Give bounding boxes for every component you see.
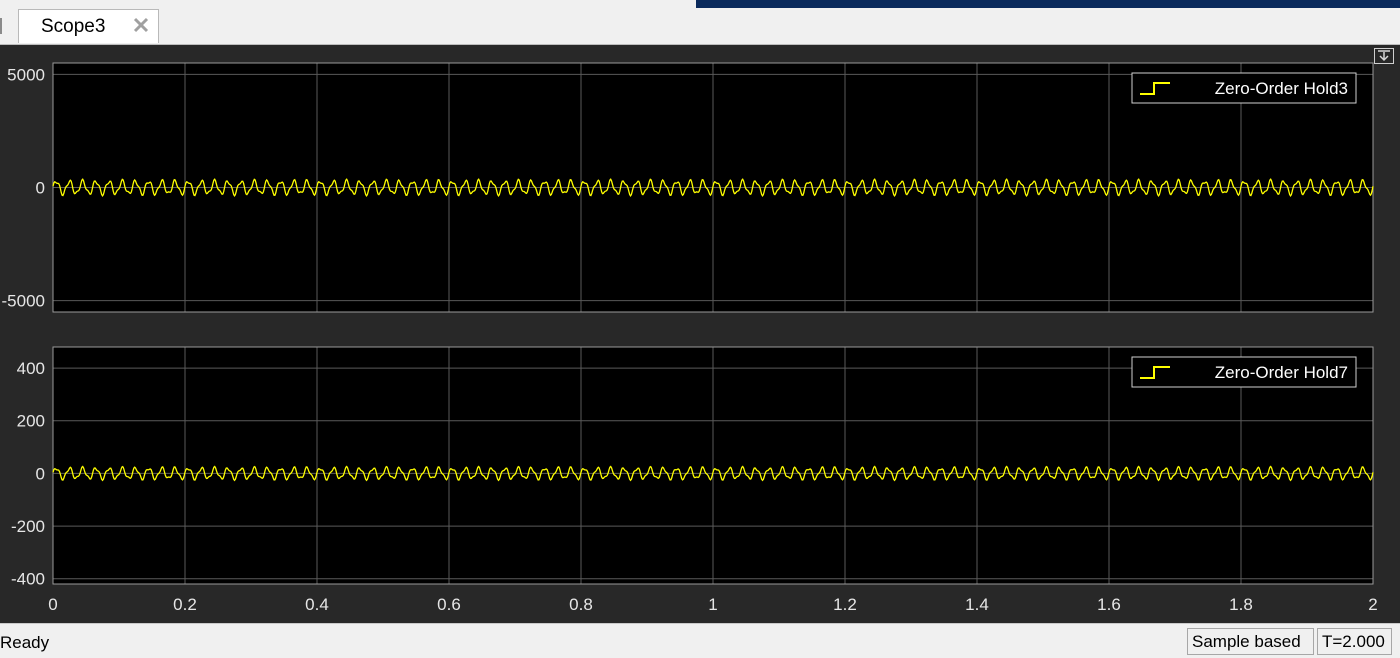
axes-2: 4002000-200-4000 0.2 0.4 0.6 0.8 1 1.2 1.4 1.6 1.… [11,346,1378,614]
tab-bar-grip[interactable] [0,18,6,34]
close-icon[interactable] [131,15,151,35]
x-tick-label: 1 [708,595,717,614]
background-window-strip [0,0,1400,8]
simulation-time-indicator: T=2.000 [1317,628,1392,655]
x-tick-label: 1.6 [1097,595,1121,614]
x-tick-label: 1.2 [833,595,857,614]
y-tick-label: 200 [17,412,45,431]
status-text: Ready [0,633,50,652]
legend-entry: Zero-Order Hold3 [1215,79,1348,98]
x-tick-label: 0 [48,595,57,614]
y-tick-label: 0 [36,179,45,198]
tab-bar: Scope3 [0,8,1400,45]
y-tick-label: 0 [36,464,45,483]
background-window-titlebar [696,0,1400,8]
undock-arrow-icon[interactable] [1374,48,1394,64]
x-tick-label: 2 [1368,595,1377,614]
axes-1: 5000 0 -5000 Zero-Order Hold3 [2,62,1374,313]
sampling-mode-indicator: Sample based [1187,628,1314,655]
tab-label: Scope3 [41,16,106,37]
y-tick-label: 5000 [7,65,45,84]
y-tick-label: 400 [17,359,45,378]
x-tick-label: 1.4 [965,595,989,614]
x-tick-label: 0.6 [437,595,461,614]
legend: Zero-Order Hold7 [1131,356,1357,388]
x-tick-label: 0.2 [173,595,197,614]
x-tick-label: 0.8 [569,595,593,614]
y-tick-label: -200 [11,517,45,536]
legend: Zero-Order Hold3 [1131,72,1357,104]
x-tick-label: 1.8 [1229,595,1253,614]
status-bar: Ready Sample based T=2.000 [0,623,1400,658]
legend-entry: Zero-Order Hold7 [1215,363,1348,382]
y-tick-label: -5000 [2,292,45,311]
tab-scope3[interactable]: Scope3 [18,9,159,43]
x-tick-label: 0.4 [305,595,329,614]
y-tick-label: -400 [11,570,45,589]
scope-plots: 5000 0 -5000 Zero-Order Hold3 400 200 0 -200 -40… [2,62,1378,614]
